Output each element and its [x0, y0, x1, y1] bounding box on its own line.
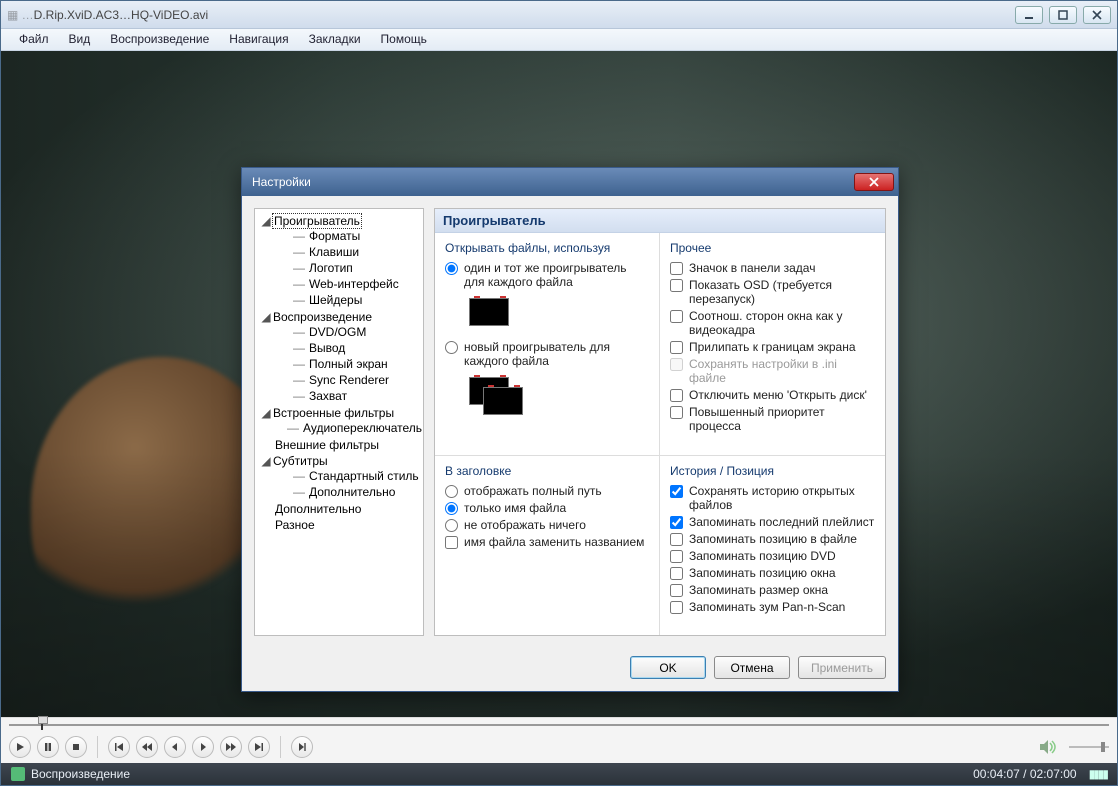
seek-thumb[interactable]: [41, 720, 43, 730]
check-remember-pns-zoom[interactable]: Запоминать зум Pan-n-Scan: [670, 600, 875, 614]
check-remember-dvd-pos[interactable]: Запоминать позицию DVD: [670, 549, 875, 563]
tree-web-interface[interactable]: ·—Web-интерфейс: [275, 276, 421, 292]
group-open-files: Открывать файлы, используя один и тот же…: [435, 233, 660, 456]
group-misc: Прочее Значок в панели задач Показать OS…: [660, 233, 885, 456]
check-keep-history[interactable]: Сохранять историю открытых файлов: [670, 484, 875, 512]
check-remember-window-size[interactable]: Запоминать размер окна: [670, 583, 875, 597]
tree-subtitles[interactable]: ◢Субтитры ·—Стандартный стиль ·—Дополнит…: [257, 453, 421, 501]
play-button[interactable]: [9, 736, 31, 758]
check-snap-edges[interactable]: Прилипать к границам экрана: [670, 340, 875, 354]
stop-button[interactable]: [65, 736, 87, 758]
tree-misc[interactable]: ·Разное: [257, 517, 421, 533]
tree-sync-renderer[interactable]: ·—Sync Renderer: [275, 372, 421, 388]
tree-audio-switcher[interactable]: ·—Аудиопереключатель: [275, 420, 421, 436]
menu-help[interactable]: Помощь: [371, 29, 437, 50]
playback-controls: [1, 731, 1117, 763]
group-history: История / Позиция Сохранять историю откр…: [660, 456, 885, 636]
check-aspect-window[interactable]: Соотнош. сторон окна как у видеокадра: [670, 309, 875, 337]
dialog-titlebar[interactable]: Настройки: [242, 168, 898, 196]
tree-output[interactable]: ·—Вывод: [275, 340, 421, 356]
menu-playback[interactable]: Воспроизведение: [100, 29, 219, 50]
group-history-title: История / Позиция: [670, 464, 875, 478]
radio-title-fullpath[interactable]: отображать полный путь: [445, 484, 649, 498]
eq-icon[interactable]: ▮▮▮▮: [1089, 767, 1107, 781]
radio-new-player[interactable]: новый проигрыватель для каждого файла: [445, 340, 649, 368]
video-area[interactable]: Настройки ◢Проигрыватель ·—Форматы ·—Кла…: [1, 51, 1117, 717]
menu-bookmarks[interactable]: Закладки: [299, 29, 371, 50]
minimize-button[interactable]: [1015, 6, 1043, 24]
check-disable-open-disc[interactable]: Отключить меню 'Открыть диск': [670, 388, 875, 402]
group-titlebar: В заголовке отображать полный путь тольк…: [435, 456, 660, 636]
check-high-priority[interactable]: Повышенный приоритет процесса: [670, 405, 875, 433]
group-titlebar-title: В заголовке: [445, 464, 649, 478]
menu-view[interactable]: Вид: [59, 29, 101, 50]
app-title: ▦ …D.Rip.XviD.AC3…HQ-ViDEO.avi: [7, 8, 1015, 22]
group-open-files-title: Открывать файлы, используя: [445, 241, 649, 255]
tree-external-filters[interactable]: ·Внешние фильтры: [257, 437, 421, 453]
volume-icon[interactable]: [1039, 739, 1059, 755]
tree-dvd-ogm[interactable]: ·—DVD/OGM: [275, 324, 421, 340]
statusbar: Воспроизведение 00:04:07 / 02:07:00 ▮▮▮▮: [1, 763, 1117, 785]
radio-same-player[interactable]: один и тот же проигрыватель для каждого …: [445, 261, 649, 289]
check-remember-playlist[interactable]: Запоминать последний плейлист: [670, 515, 875, 529]
dialog-close-button[interactable]: [854, 173, 894, 191]
status-icon: [11, 767, 25, 781]
apply-button: Применить: [798, 656, 886, 679]
check-remember-window-pos[interactable]: Запоминать позицию окна: [670, 566, 875, 580]
tree-default-style[interactable]: ·—Стандартный стиль: [275, 468, 421, 484]
settings-dialog: Настройки ◢Проигрыватель ·—Форматы ·—Кла…: [241, 167, 899, 692]
tree-internal-filters[interactable]: ◢Встроенные фильтры ·—Аудиопереключатель: [257, 405, 421, 437]
check-show-osd[interactable]: Показать OSD (требуется перезапуск): [670, 278, 875, 306]
separator: [97, 736, 98, 758]
tree-playback[interactable]: ◢Воспроизведение ·—DVD/OGM ·—Вывод ·—Пол…: [257, 309, 421, 405]
menubar: Файл Вид Воспроизведение Навигация Закла…: [1, 29, 1117, 51]
menu-navigation[interactable]: Навигация: [219, 29, 298, 50]
content-heading: Проигрыватель: [435, 209, 885, 233]
tree-shaders[interactable]: ·—Шейдеры: [275, 292, 421, 308]
tree-logo[interactable]: ·—Логотип: [275, 260, 421, 276]
skip-back-button[interactable]: [108, 736, 130, 758]
settings-content: Проигрыватель Открывать файлы, используя…: [434, 208, 886, 636]
rewind-small-button[interactable]: [164, 736, 186, 758]
check-title-replace[interactable]: имя файла заменить названием: [445, 535, 649, 549]
multi-player-icon: [469, 377, 509, 417]
close-button[interactable]: [1083, 6, 1111, 24]
forward-large-button[interactable]: [220, 736, 242, 758]
app-window: ▦ …D.Rip.XviD.AC3…HQ-ViDEO.avi Файл Вид …: [0, 0, 1118, 786]
skip-forward-button[interactable]: [248, 736, 270, 758]
rewind-large-button[interactable]: [136, 736, 158, 758]
radio-title-filename[interactable]: только имя файла: [445, 501, 649, 515]
separator: [280, 736, 281, 758]
radio-title-nothing[interactable]: не отображать ничего: [445, 518, 649, 532]
time-display: 00:04:07 / 02:07:00: [973, 767, 1076, 781]
dialog-title: Настройки: [252, 175, 311, 189]
tree-advanced[interactable]: ·Дополнительно: [257, 501, 421, 517]
status-text: Воспроизведение: [31, 767, 130, 781]
settings-tree[interactable]: ◢Проигрыватель ·—Форматы ·—Клавиши ·—Лог…: [254, 208, 424, 636]
pause-button[interactable]: [37, 736, 59, 758]
check-tray-icon[interactable]: Значок в панели задач: [670, 261, 875, 275]
group-misc-title: Прочее: [670, 241, 875, 255]
forward-small-button[interactable]: [192, 736, 214, 758]
tree-keys[interactable]: ·—Клавиши: [275, 244, 421, 260]
check-remember-file-pos[interactable]: Запоминать позицию в файле: [670, 532, 875, 546]
app-titlebar[interactable]: ▦ …D.Rip.XviD.AC3…HQ-ViDEO.avi: [1, 1, 1117, 29]
single-player-icon: [469, 298, 509, 326]
tree-capture[interactable]: ·—Захват: [275, 388, 421, 404]
menu-file[interactable]: Файл: [9, 29, 59, 50]
tree-fullscreen[interactable]: ·—Полный экран: [275, 356, 421, 372]
maximize-button[interactable]: [1049, 6, 1077, 24]
check-save-ini: Сохранять настройки в .ini файле: [670, 357, 875, 385]
step-button[interactable]: [291, 736, 313, 758]
tree-subtitles-misc[interactable]: ·—Дополнительно: [275, 484, 421, 500]
tree-player[interactable]: ◢Проигрыватель ·—Форматы ·—Клавиши ·—Лог…: [257, 213, 421, 309]
cancel-button[interactable]: Отмена: [714, 656, 790, 679]
ok-button[interactable]: OK: [630, 656, 706, 679]
tree-formats[interactable]: ·—Форматы: [275, 228, 421, 244]
seek-bar[interactable]: [1, 717, 1117, 731]
volume-slider[interactable]: [1069, 742, 1109, 752]
